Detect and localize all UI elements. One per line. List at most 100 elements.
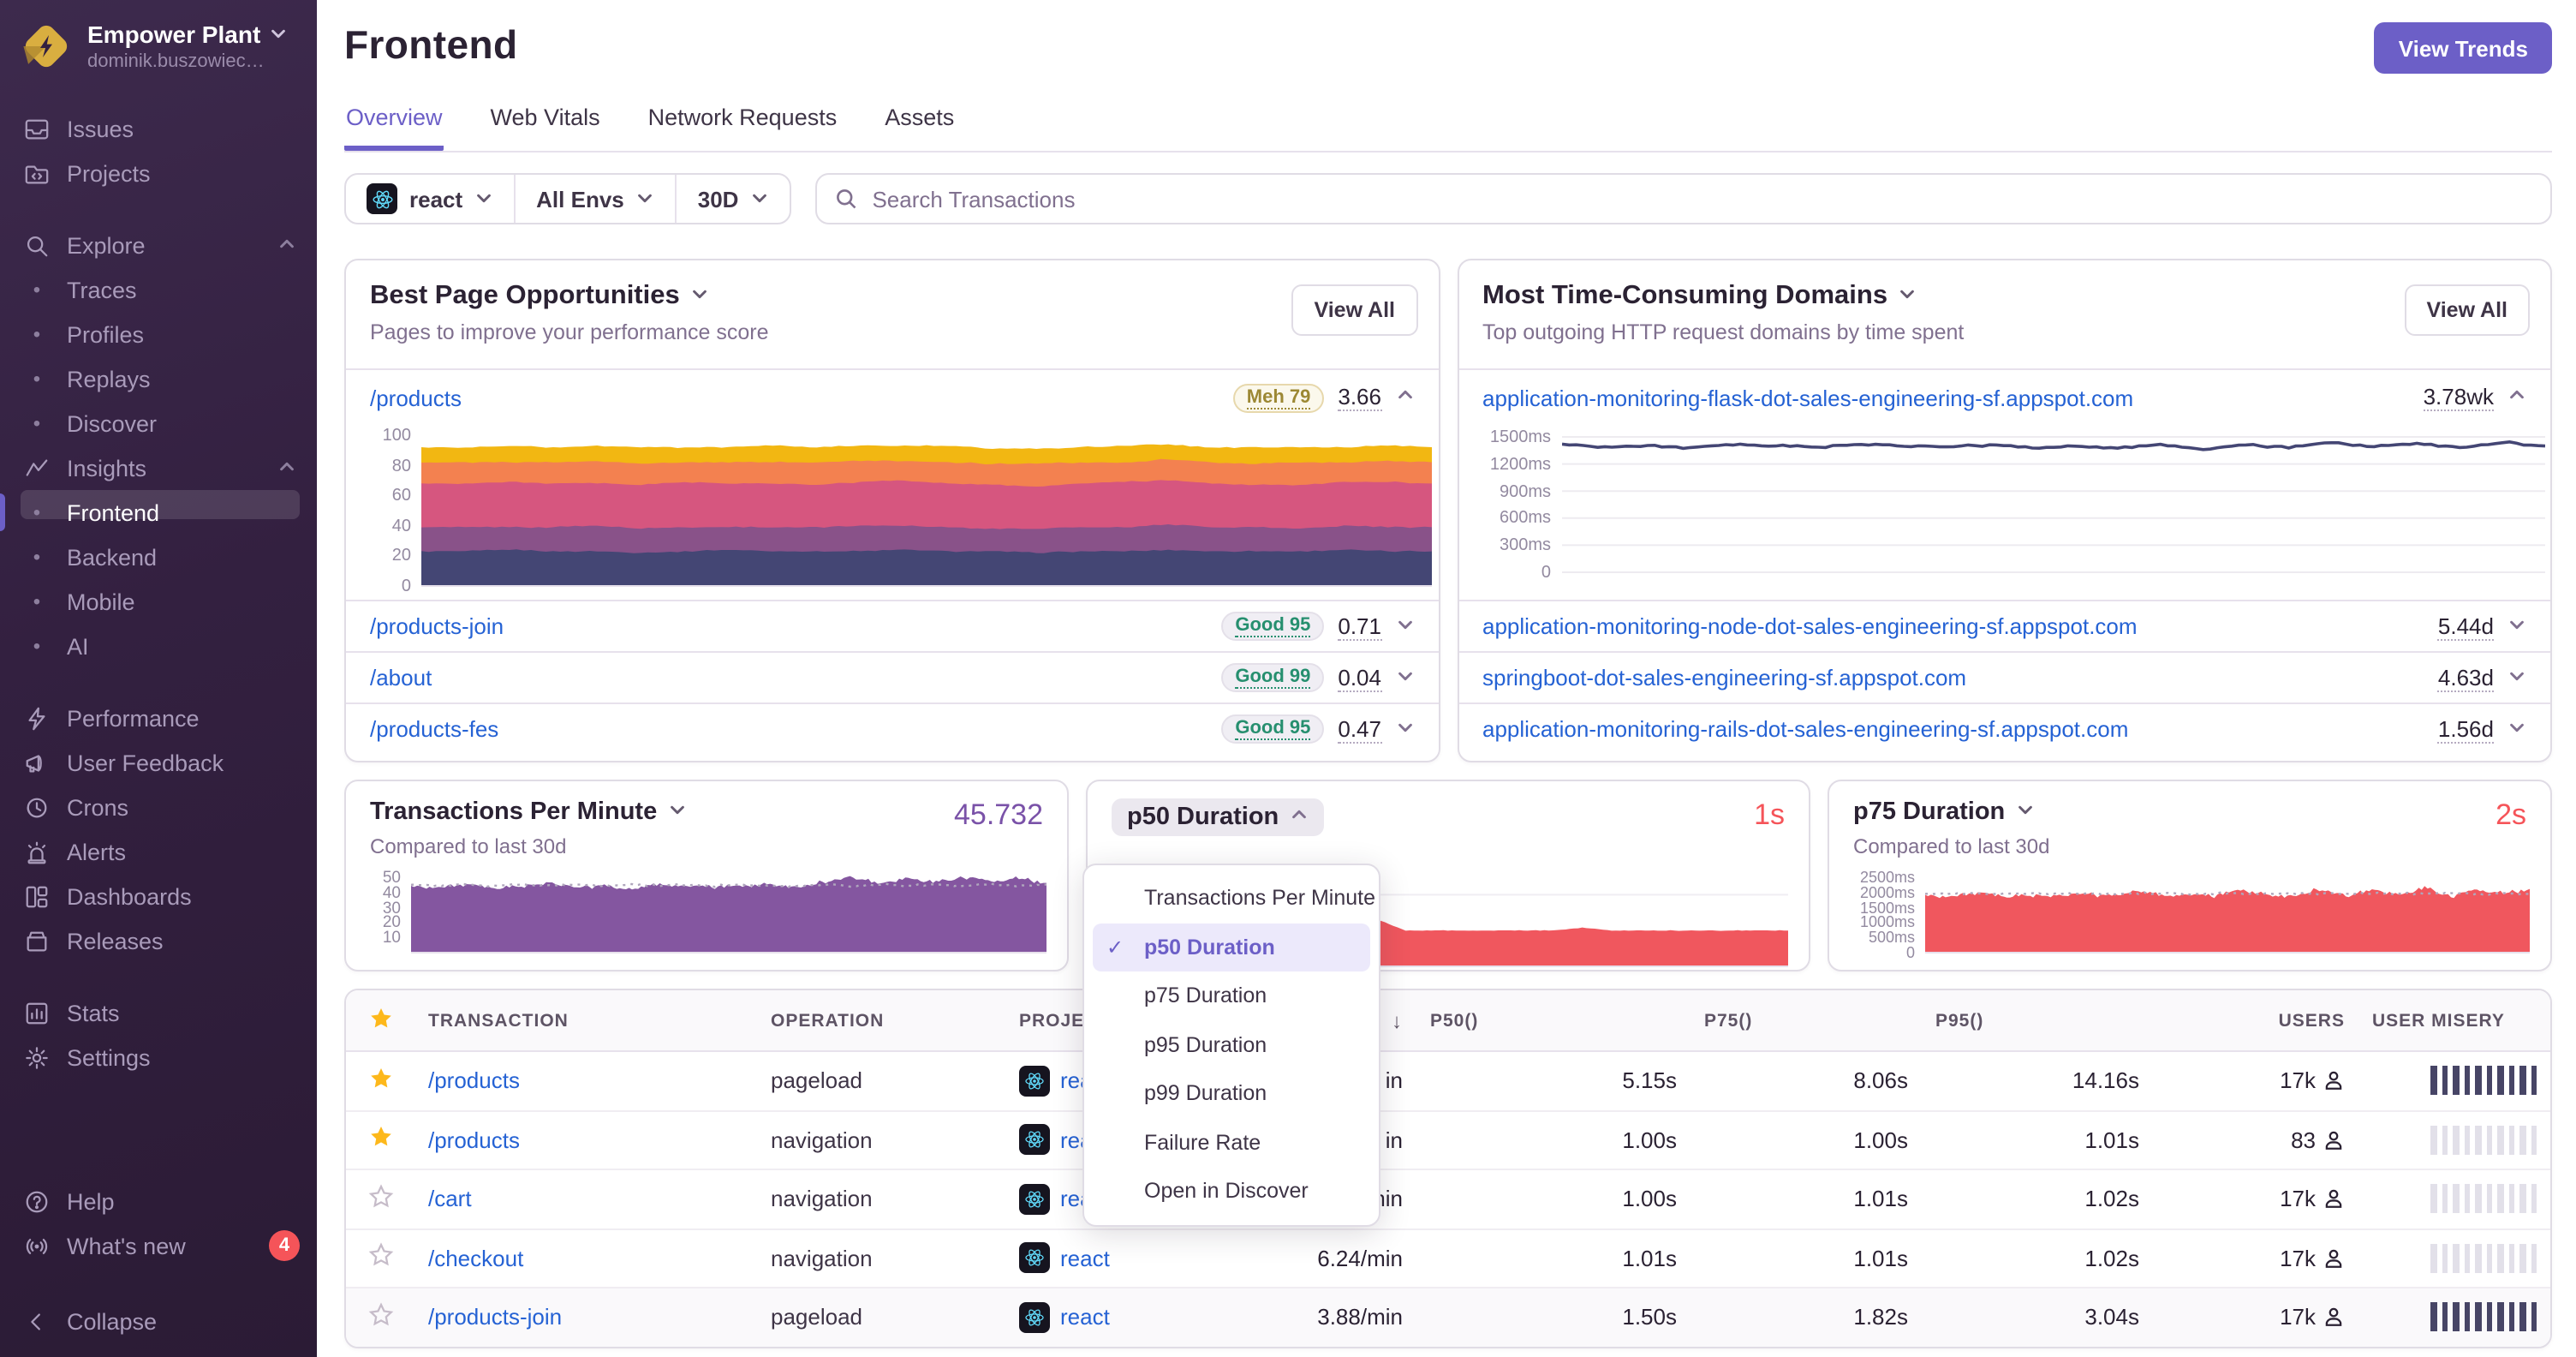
column-header-transaction[interactable]: TRANSACTION <box>414 1010 757 1031</box>
tab-overview[interactable]: Overview <box>344 105 444 151</box>
chevron-down-icon[interactable] <box>2507 714 2526 744</box>
opportunity-score[interactable]: 0.04 <box>1338 664 1381 691</box>
sort-desc-icon[interactable]: ↓ <box>1392 1008 1403 1032</box>
sidebar-item-crons[interactable]: Crons <box>0 785 317 829</box>
opportunity-score[interactable]: 0.47 <box>1338 715 1381 743</box>
transaction-link[interactable]: /checkout <box>428 1246 523 1271</box>
opportunities-view-all-button[interactable]: View All <box>1291 284 1417 336</box>
project-link[interactable]: react <box>1060 1246 1110 1271</box>
transaction-link[interactable]: /products <box>428 1068 520 1094</box>
chevron-down-icon[interactable] <box>2507 662 2526 693</box>
domain-link[interactable]: application-monitoring-flask-dot-sales-e… <box>1482 385 2133 410</box>
p75-cell: 1.00s <box>1853 1127 1908 1153</box>
sidebar-item-settings[interactable]: Settings <box>0 1035 317 1079</box>
domain-link[interactable]: springboot-dot-sales-engineering-sf.apps… <box>1482 665 1966 690</box>
project-cell: react <box>1005 1301 1254 1333</box>
page-link[interactable]: /products-join <box>370 613 504 639</box>
transaction-link[interactable]: /cart <box>428 1187 472 1212</box>
sidebar-item-stats[interactable]: Stats <box>0 990 317 1035</box>
star-column-header[interactable] <box>346 1005 414 1036</box>
column-header-p95[interactable]: P95() <box>1922 1010 2153 1031</box>
p50-metric-dropdown-trigger[interactable]: p50 Duration <box>1112 798 1324 836</box>
sidebar-item-issues[interactable]: Issues <box>0 106 317 151</box>
org-switcher[interactable]: Empower Plant dominik.buszowiec… <box>0 0 317 89</box>
sidebar-item-mobile[interactable]: • Mobile <box>0 579 317 624</box>
sidebar-item-alerts[interactable]: Alerts <box>0 829 317 874</box>
sidebar-item-what-s-new[interactable]: What's new 4 <box>0 1223 317 1268</box>
sidebar-item-user-feedback[interactable]: User Feedback <box>0 740 317 785</box>
domains-view-all-button[interactable]: View All <box>2404 284 2530 336</box>
y-axis-tick: 10 <box>382 929 401 948</box>
column-header-operation[interactable]: OPERATION <box>757 1010 1005 1031</box>
menu-item-transactions-per-minute[interactable]: Transactions Per Minute <box>1093 874 1375 923</box>
sidebar-item-collapse[interactable]: Collapse <box>0 1299 317 1343</box>
chevron-up-icon[interactable] <box>2507 382 2526 413</box>
tab-network-requests[interactable]: Network Requests <box>647 105 839 151</box>
sidebar-item-backend[interactable]: • Backend <box>0 535 317 579</box>
sidebar-item-help[interactable]: Help <box>0 1179 317 1223</box>
sidebar-item-profiles[interactable]: • Profiles <box>0 312 317 356</box>
opportunities-title-dropdown[interactable]: Best Page Opportunities <box>370 281 1414 312</box>
tab-web-vitals[interactable]: Web Vitals <box>489 105 602 151</box>
transaction-link[interactable]: /products-join <box>428 1305 562 1330</box>
sidebar-item-discover[interactable]: • Discover <box>0 401 317 445</box>
bullet-icon: • <box>33 367 41 391</box>
y-axis-tick: 20 <box>391 547 411 566</box>
sidebar-item-ai[interactable]: • AI <box>0 624 317 668</box>
search-input[interactable] <box>872 186 2533 212</box>
column-header-p50[interactable]: P50() <box>1416 1010 1690 1031</box>
star-toggle[interactable] <box>346 1242 414 1274</box>
menu-item-failure-rate[interactable]: Failure Rate <box>1093 1118 1370 1167</box>
sidebar-item-projects[interactable]: Projects <box>0 151 317 195</box>
sidebar-item-insights[interactable]: Insights <box>0 445 317 490</box>
star-toggle[interactable] <box>346 1125 414 1156</box>
chevron-down-icon[interactable] <box>1395 611 1414 642</box>
domain-time-value[interactable]: 1.56d <box>2437 715 2494 743</box>
star-toggle[interactable] <box>346 1183 414 1215</box>
opportunity-score[interactable]: 3.66 <box>1338 384 1381 411</box>
environment-filter[interactable]: All Envs <box>514 175 676 223</box>
view-trends-button[interactable]: View Trends <box>2374 22 2552 74</box>
column-header-p75[interactable]: P75() <box>1690 1010 1922 1031</box>
domains-title-dropdown[interactable]: Most Time-Consuming Domains <box>1482 281 2526 312</box>
page-link[interactable]: /products-fes <box>370 716 498 742</box>
tpm-metric-dropdown-trigger[interactable]: Transactions Per Minute <box>370 798 1043 826</box>
chevron-down-icon[interactable] <box>2507 611 2526 642</box>
p75-metric-dropdown-trigger[interactable]: p75 Duration <box>1853 798 2526 826</box>
sidebar-item-explore[interactable]: Explore <box>0 223 317 267</box>
sidebar-item-traces[interactable]: • Traces <box>0 267 317 312</box>
domain-link[interactable]: application-monitoring-rails-dot-sales-e… <box>1482 716 2128 742</box>
column-header-users[interactable]: USERS <box>2153 1010 2358 1031</box>
insights-icon <box>24 455 50 481</box>
column-header-usermisery[interactable]: USER MISERY <box>2358 1010 2550 1031</box>
sidebar-item-performance[interactable]: Performance <box>0 696 317 740</box>
y-axis-tick: 1200ms <box>1489 455 1551 475</box>
domain-time-value[interactable]: 4.63d <box>2437 664 2494 691</box>
transaction-link[interactable]: /products <box>428 1127 520 1153</box>
date-range-filter[interactable]: 30D <box>675 175 790 223</box>
chevron-down-icon[interactable] <box>1395 714 1414 744</box>
sidebar-item-frontend[interactable]: • Frontend <box>0 490 317 535</box>
menu-item-p50-duration[interactable]: ✓ p50 Duration <box>1093 923 1370 971</box>
domain-link[interactable]: application-monitoring-node-dot-sales-en… <box>1482 613 2138 639</box>
project-link[interactable]: react <box>1060 1305 1110 1330</box>
menu-item-p99-duration[interactable]: p99 Duration <box>1093 1069 1370 1118</box>
star-toggle[interactable] <box>346 1066 414 1097</box>
sidebar-item-replays[interactable]: • Replays <box>0 356 317 401</box>
menu-item-p75-duration[interactable]: p75 Duration <box>1093 971 1370 1020</box>
menu-item-open-in-discover[interactable]: Open in Discover <box>1093 1167 1370 1216</box>
page-link[interactable]: /about <box>370 665 432 690</box>
sidebar-item-releases[interactable]: Releases <box>0 918 317 963</box>
page-link[interactable]: /products <box>370 385 462 410</box>
p95-cell: 1.02s <box>2084 1186 2139 1212</box>
sidebar-item-dashboards[interactable]: Dashboards <box>0 874 317 918</box>
star-toggle[interactable] <box>346 1301 414 1333</box>
project-filter[interactable]: react <box>346 175 514 223</box>
menu-item-p95-duration[interactable]: p95 Duration <box>1093 1020 1370 1069</box>
tab-assets[interactable]: Assets <box>883 105 956 151</box>
domain-time-value[interactable]: 5.44d <box>2437 613 2494 640</box>
chevron-down-icon[interactable] <box>1395 662 1414 693</box>
chevron-up-icon[interactable] <box>1395 382 1414 413</box>
domain-time-value[interactable]: 3.78wk <box>2423 384 2494 411</box>
opportunity-score[interactable]: 0.71 <box>1338 613 1381 640</box>
